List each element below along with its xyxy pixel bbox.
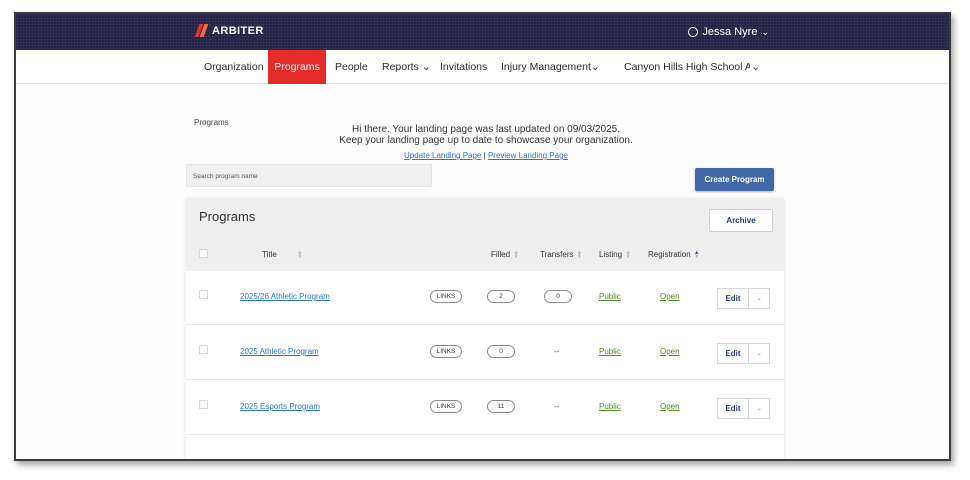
row-checkbox[interactable]	[199, 290, 208, 299]
edit-button[interactable]: Edit	[717, 343, 749, 364]
nav-account[interactable]: Canyon Hills High School Acc ⌄	[624, 50, 760, 84]
user-circle-icon	[688, 27, 699, 37]
link-separator: |	[483, 151, 486, 160]
nav-reports[interactable]: Reports ⌄	[382, 50, 431, 84]
listing-link[interactable]: Public	[599, 347, 621, 356]
listing-link[interactable]: Public	[599, 292, 621, 301]
filled-count: 2	[487, 290, 515, 303]
landing-links: Update Landing Page | Preview Landing Pa…	[316, 151, 656, 160]
chevron-down-icon[interactable]: ⌄	[749, 288, 770, 309]
registration-link[interactable]: Open	[660, 292, 680, 301]
column-header-filled[interactable]: Filled ▲ ▼	[491, 249, 520, 260]
create-program-button[interactable]: Create Program	[695, 168, 774, 191]
column-header-title[interactable]: Title ▲ ▼	[262, 249, 303, 260]
nav-invitations[interactable]: Invitations	[440, 50, 487, 84]
links-button[interactable]: LINKS	[430, 345, 462, 358]
main-nav: Organization Programs People Reports ⌄ I…	[16, 50, 949, 84]
transfers-count: 0	[544, 290, 572, 303]
filled-count: 11	[487, 400, 515, 413]
registration-link[interactable]: Open	[660, 347, 680, 356]
brand-logo[interactable]: ARBITER	[194, 24, 264, 37]
chevron-down-icon[interactable]: ⌄	[749, 343, 770, 364]
archive-button[interactable]: Archive	[709, 209, 773, 232]
edit-button[interactable]: Edit	[717, 398, 749, 419]
chevron-down-icon[interactable]: ⌄	[749, 398, 770, 419]
links-button[interactable]: LINKS	[430, 290, 462, 303]
sort-icon: ▲ ▼	[625, 249, 632, 260]
sort-icon: ▲ ▼	[576, 249, 583, 260]
chevron-down-icon: ⌄	[761, 26, 769, 37]
user-menu[interactable]: Jessa Nyre ⌄	[688, 26, 769, 38]
column-header-transfers[interactable]: Transfers ▲ ▼	[540, 249, 583, 260]
landing-message-line1: Hi there. Your landing page was last upd…	[352, 124, 620, 135]
sort-icon: ▲ ▼	[693, 249, 700, 260]
edit-button-group: Edit ⌄	[717, 343, 770, 364]
nav-injury-management[interactable]: Injury Management⌄	[501, 50, 600, 84]
sort-icon: ▲ ▼	[513, 249, 520, 260]
registration-link[interactable]: Open	[660, 402, 680, 411]
search-input[interactable]: Search program name	[186, 164, 432, 187]
arbiter-logo-icon	[194, 24, 209, 37]
chevron-down-icon: ⌄	[590, 61, 600, 73]
programs-panel: Programs Archive Title ▲ ▼ Filled ▲ ▼ Tran…	[186, 199, 784, 459]
chevron-down-icon: ⌄	[751, 61, 760, 73]
select-all-checkbox[interactable]	[199, 249, 208, 258]
edit-button-group: Edit ⌄	[717, 288, 770, 309]
edit-button-group: Edit ⌄	[717, 398, 770, 419]
table-row: 2025 Esports Program LINKS 11 -- Public …	[186, 381, 784, 435]
programs-panel-header: Programs Archive Title ▲ ▼ Filled ▲ ▼ Tran…	[186, 199, 784, 271]
transfers-count: --	[554, 347, 560, 356]
table-row: 2025/26 Athletic Program LINKS 2 0 Publi…	[186, 271, 784, 325]
program-title-link[interactable]: 2025 Athletic Program	[240, 347, 319, 356]
edit-button[interactable]: Edit	[717, 288, 749, 309]
listing-link[interactable]: Public	[599, 402, 621, 411]
main-content: Programs Hi there. Your landing page was…	[16, 84, 949, 459]
top-bar: ARBITER Jessa Nyre ⌄	[16, 14, 949, 50]
update-landing-page-link[interactable]: Update Landing Page	[404, 151, 481, 160]
programs-panel-title: Programs	[199, 209, 256, 224]
transfers-count: --	[554, 402, 560, 411]
row-checkbox[interactable]	[199, 400, 208, 409]
user-name: Jessa Nyre	[702, 26, 758, 38]
links-button[interactable]: LINKS	[430, 400, 462, 413]
nav-organization[interactable]: Organization	[204, 50, 264, 84]
table-row: 2025 Athletic Program LINKS 0 -- Public …	[186, 326, 784, 380]
breadcrumb: Programs	[194, 118, 229, 127]
chevron-down-icon: ⌄	[421, 61, 431, 73]
nav-people[interactable]: People	[335, 50, 368, 84]
column-header-listing[interactable]: Listing ▲ ▼	[599, 249, 632, 260]
column-header-registration[interactable]: Registration ▲ ▼	[648, 249, 700, 260]
program-title-link[interactable]: 2025 Esports Program	[240, 402, 320, 411]
preview-landing-page-link[interactable]: Preview Landing Page	[488, 151, 568, 160]
browser-frame: ARBITER Jessa Nyre ⌄ Organization Progra…	[14, 12, 951, 461]
nav-programs[interactable]: Programs	[268, 50, 326, 84]
row-checkbox[interactable]	[199, 345, 208, 354]
brand-name: ARBITER	[212, 25, 264, 37]
search-placeholder: Search program name	[193, 173, 258, 180]
program-title-link[interactable]: 2025/26 Athletic Program	[240, 292, 330, 301]
landing-message-line2: Keep your landing page up to date to sho…	[339, 135, 633, 146]
filled-count: 0	[487, 345, 515, 358]
sort-icon: ▲ ▼	[296, 249, 303, 260]
